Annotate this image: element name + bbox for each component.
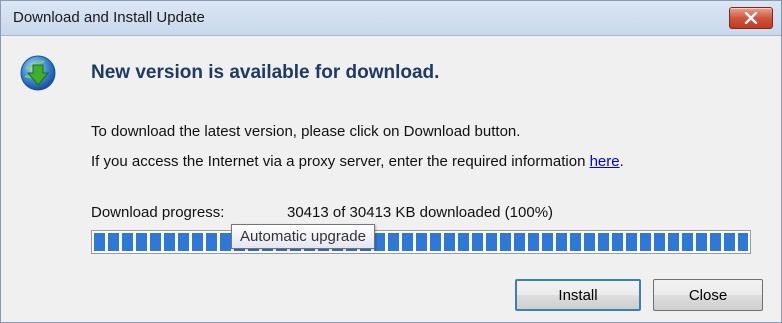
tooltip: Automatic upgrade (231, 224, 375, 249)
dialog-content: New version is available for download. T… (1, 36, 781, 322)
close-button[interactable]: Close (653, 279, 763, 311)
download-progress-bar (91, 230, 751, 254)
headline: New version is available for download. (91, 62, 440, 83)
progress-status: 30413 of 30413 KB downloaded (100%) (287, 204, 554, 221)
install-button[interactable]: Install (515, 279, 641, 311)
proxy-settings-link[interactable]: here (590, 153, 620, 170)
proxy-info-line: If you access the Internet via a proxy s… (91, 153, 624, 170)
window-title: Download and Install Update (13, 9, 205, 26)
proxy-info-suffix: . (619, 153, 624, 170)
progress-label: Download progress: (91, 204, 225, 221)
progress-fill (94, 233, 748, 251)
title-bar[interactable]: Download and Install Update (1, 1, 781, 36)
window-close-button[interactable] (729, 7, 773, 29)
instruction-text: To download the latest version, please c… (91, 123, 521, 140)
globe-download-icon (20, 55, 56, 91)
update-dialog: Download and Install Update New version … (0, 0, 782, 323)
proxy-info-text: If you access the Internet via a proxy s… (91, 153, 586, 170)
close-icon (744, 12, 758, 24)
